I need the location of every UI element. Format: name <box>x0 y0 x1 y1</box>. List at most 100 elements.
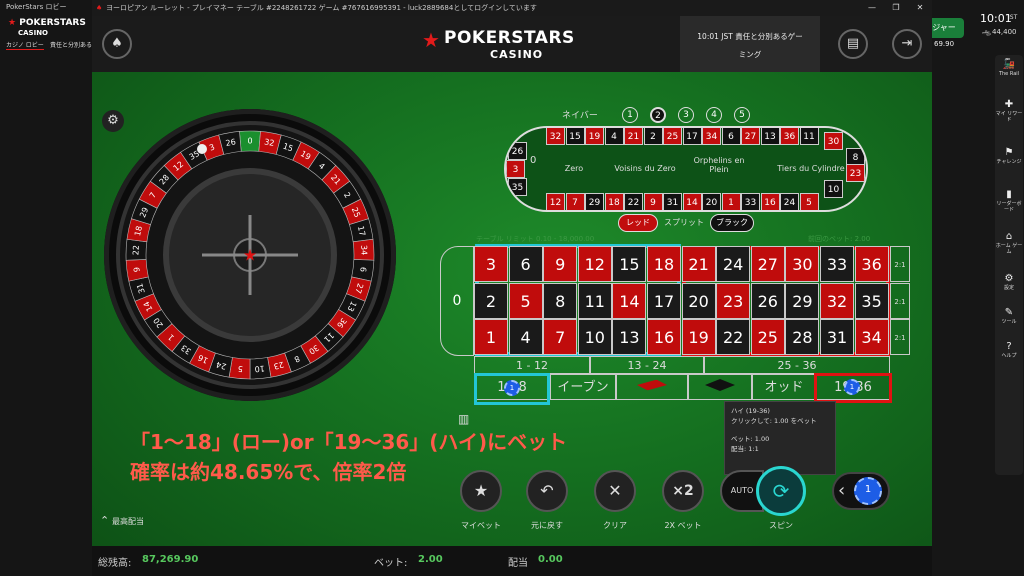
racetrack-number[interactable]: 3 <box>506 160 525 178</box>
racetrack-number[interactable]: 7 <box>565 193 585 210</box>
racetrack-number[interactable]: 6 <box>721 128 741 145</box>
number-cell[interactable]: 3 <box>474 246 508 282</box>
racetrack-number[interactable]: 33 <box>741 193 760 210</box>
number-cell[interactable]: 14 <box>612 282 647 319</box>
column-bet[interactable]: 2:1 <box>890 319 910 356</box>
rail-item-leaderboard[interactable]: ▮ リーダーボード <box>995 189 1023 213</box>
number-cell[interactable]: 31 <box>820 319 854 356</box>
number-cell[interactable]: 28 <box>785 319 820 356</box>
number-cell[interactable]: 34 <box>854 319 889 356</box>
close-button[interactable]: ✕ <box>910 0 930 16</box>
racetrack-section[interactable]: Voisins du Zero <box>600 164 690 173</box>
number-cell[interactable]: 21 <box>681 246 716 282</box>
dozen-1[interactable]: 1 - 12 <box>474 356 590 374</box>
black-bet[interactable] <box>688 374 752 400</box>
dozen-3[interactable]: 25 - 36 <box>704 356 890 374</box>
neighbor-option[interactable]: 2 <box>650 107 666 123</box>
racetrack-number[interactable]: 29 <box>585 193 604 210</box>
lobby-menu-casino[interactable]: カジノ ロビー <box>6 40 44 50</box>
number-cell[interactable]: 32 <box>820 282 854 319</box>
number-cell[interactable]: 20 <box>681 282 716 319</box>
undo-button[interactable]: ↶ <box>526 470 568 512</box>
number-cell[interactable]: 35 <box>854 282 889 319</box>
number-cell[interactable]: 4 <box>508 319 543 356</box>
racetrack-number[interactable]: 13 <box>760 128 780 145</box>
rail-item-rewards[interactable]: ✚ マイ リワード <box>995 99 1023 123</box>
number-cell[interactable]: 25 <box>750 319 785 356</box>
chevron-left-icon[interactable]: ‹ <box>838 480 845 501</box>
chip-selector[interactable]: ‹ 1 <box>832 472 890 510</box>
cashier-icon[interactable]: ▤ <box>838 29 868 59</box>
clear-button[interactable]: ✕ <box>594 470 636 512</box>
black-split-button[interactable]: ブラック <box>710 214 754 232</box>
lobby-menu-responsible[interactable]: 責任と分別ある <box>50 40 92 49</box>
racetrack-number[interactable]: 15 <box>565 128 585 145</box>
racetrack-zero[interactable]: 0 <box>530 155 536 166</box>
racetrack[interactable]: 32 15 19 4 21 2 25 17 34 6 27 13 36 11 12 7 29 18 22 9 31 14 2… <box>504 126 868 212</box>
odd-bet[interactable]: オッド <box>752 374 816 400</box>
number-cell[interactable]: 7 <box>543 319 578 356</box>
number-cell[interactable]: 23 <box>716 282 751 319</box>
number-cell[interactable]: 29 <box>785 282 820 319</box>
number-cell[interactable]: 18 <box>647 246 681 282</box>
racetrack-number[interactable]: 25 <box>663 128 682 145</box>
column-bet[interactable]: 2:1 <box>890 246 910 282</box>
racetrack-number[interactable]: 5 <box>799 193 819 210</box>
red-split-button[interactable]: レッド <box>618 214 658 232</box>
racetrack-number[interactable]: 14 <box>682 193 702 210</box>
number-cell[interactable]: 15 <box>612 246 647 282</box>
number-cell[interactable]: 22 <box>716 319 751 356</box>
racetrack-section[interactable]: Orphelins en Plein <box>684 156 754 174</box>
racetrack-number[interactable]: 26 <box>508 142 527 160</box>
racetrack-number[interactable]: 31 <box>663 193 682 210</box>
racetrack-number[interactable]: 1 <box>721 193 741 210</box>
chevron-up-icon[interactable]: ⌃ <box>100 514 109 527</box>
number-cell[interactable]: 5 <box>508 282 543 319</box>
red-bet[interactable] <box>616 374 688 400</box>
neighbor-option[interactable]: 3 <box>678 107 694 123</box>
number-cell[interactable]: 11 <box>577 282 612 319</box>
rail-item-home-game[interactable]: ⌂ ホーム ゲーム <box>995 231 1023 255</box>
racetrack-section[interactable]: Tiers du Cylindre <box>766 164 856 173</box>
zero-cell[interactable]: 0 <box>440 246 474 356</box>
racetrack-number[interactable]: 2 <box>643 128 663 145</box>
number-cell[interactable]: 10 <box>577 319 612 356</box>
racetrack-number[interactable]: 32 <box>546 128 565 145</box>
racetrack-number[interactable]: 16 <box>760 193 780 210</box>
racetrack-number[interactable]: 27 <box>741 128 760 145</box>
rail-item-help[interactable]: ? ヘルプ <box>995 341 1023 359</box>
number-cell[interactable]: 26 <box>750 282 785 319</box>
number-cell[interactable]: 19 <box>681 319 716 356</box>
racetrack-number[interactable]: 11 <box>799 128 819 145</box>
racetrack-number[interactable]: 19 <box>585 128 604 145</box>
racetrack-number[interactable]: 20 <box>702 193 721 210</box>
gear-icon[interactable]: ⚙ <box>102 110 124 132</box>
rail-item-challenge[interactable]: ⚑ チャレンジ <box>995 147 1023 165</box>
racetrack-number[interactable]: 35 <box>508 178 527 196</box>
number-cell[interactable]: 9 <box>543 246 578 282</box>
racetrack-number[interactable]: 18 <box>604 193 624 210</box>
spade-menu-button[interactable]: ♠ <box>102 29 132 59</box>
exit-icon[interactable]: ⇥ <box>892 29 922 59</box>
number-cell[interactable]: 16 <box>647 319 681 356</box>
number-cell[interactable]: 24 <box>716 246 751 282</box>
number-cell[interactable]: 33 <box>820 246 854 282</box>
dozen-2[interactable]: 13 - 24 <box>590 356 704 374</box>
racetrack-number[interactable]: 36 <box>780 128 799 145</box>
column-bet[interactable]: 2:1 <box>890 282 910 319</box>
even-bet[interactable]: イーブン <box>550 374 616 400</box>
number-cell[interactable]: 8 <box>543 282 578 319</box>
my-bet-button[interactable]: ★ <box>460 470 502 512</box>
neighbor-option[interactable]: 5 <box>734 107 750 123</box>
restore-button[interactable]: ❐ <box>886 0 906 16</box>
racetrack-number[interactable]: 24 <box>780 193 799 210</box>
stats-icon[interactable]: ▥ <box>458 412 469 426</box>
racetrack-number[interactable]: 17 <box>682 128 702 145</box>
number-cell[interactable]: 17 <box>647 282 681 319</box>
rail-item-settings[interactable]: ⚙ 設定 <box>995 273 1023 291</box>
racetrack-number[interactable]: 34 <box>702 128 721 145</box>
neighbor-option[interactable]: 4 <box>706 107 722 123</box>
spin-button[interactable]: ⟳ <box>756 466 806 516</box>
racetrack-number[interactable]: 4 <box>604 128 624 145</box>
number-cell[interactable]: 13 <box>612 319 647 356</box>
